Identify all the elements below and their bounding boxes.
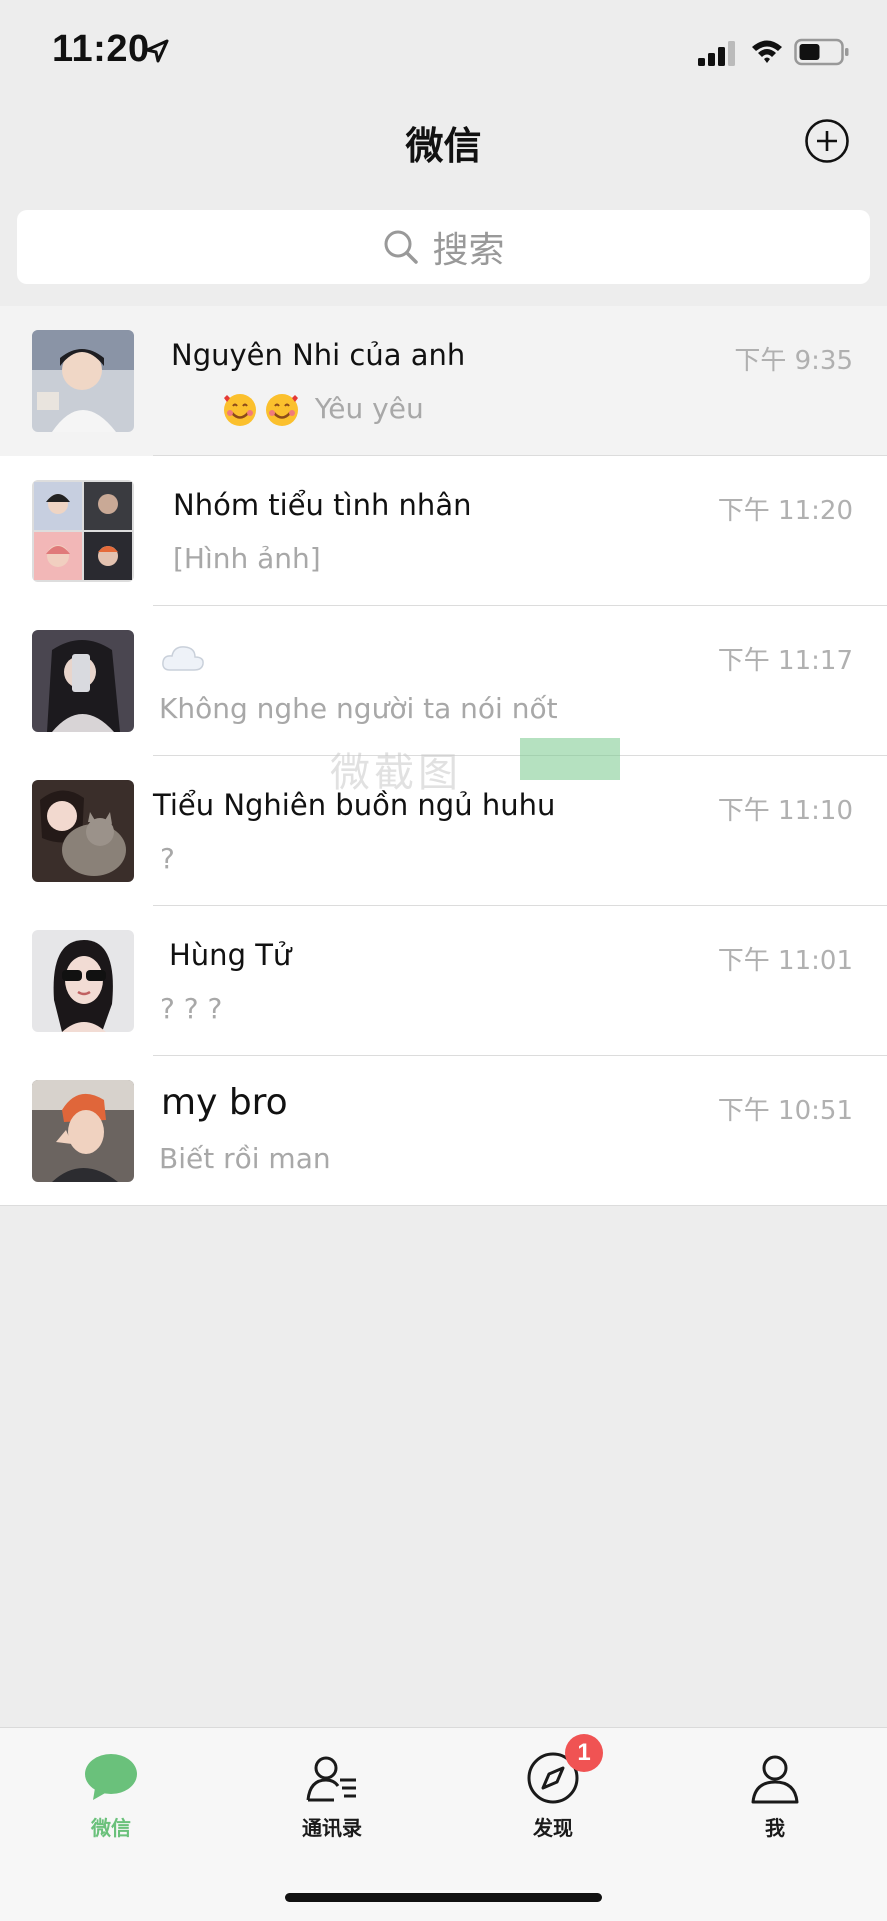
notification-badge: 1 — [565, 1734, 603, 1772]
chat-time: 下午 11:10 — [717, 796, 853, 826]
chat-time: 下午 11:01 — [717, 946, 853, 976]
person-icon — [751, 1755, 799, 1804]
home-indicator[interactable] — [285, 1893, 602, 1902]
watermark-logo — [520, 738, 620, 780]
chat-row[interactable]: Nguyên Nhi của anh 下午 9:35 Yêu yêu — [0, 306, 887, 456]
page-title: 微信 — [405, 124, 482, 168]
chat-preview: Biết rồi man — [159, 1142, 331, 1175]
chat-name: my bro — [161, 1082, 288, 1123]
contacts-icon — [306, 1756, 356, 1802]
chat-row[interactable]: Nhóm tiểu tình nhân 下午 11:20 [Hình ảnh] — [0, 456, 887, 606]
chat-name: Nhóm tiểu tình nhân — [173, 488, 472, 522]
chat-preview: Không nghe người ta nói nốt — [159, 692, 558, 725]
tab-label: 通讯录 — [302, 1816, 362, 1840]
chat-name: Hùng Tử — [169, 938, 292, 972]
chat-row[interactable]: 下午 11:17 Không nghe người ta nói nốt — [0, 606, 887, 756]
tab-label: 我 — [765, 1816, 785, 1840]
search-placeholder: 搜索 — [432, 230, 505, 271]
location-arrow-icon — [145, 39, 169, 63]
tab-chats[interactable]: 微信 — [31, 1750, 191, 1841]
chat-time: 下午 11:17 — [717, 646, 853, 676]
tab-label: 微信 — [91, 1816, 131, 1840]
chat-preview: ? — [160, 842, 175, 875]
chat-time: 下午 10:51 — [717, 1096, 853, 1126]
avatar — [32, 780, 134, 882]
avatar — [32, 1080, 134, 1182]
smiling-face-with-hearts-icon — [266, 394, 298, 426]
avatar — [32, 630, 134, 732]
wifi-icon — [752, 40, 782, 63]
chat-time: 下午 11:20 — [717, 496, 853, 526]
tab-discover[interactable]: 1 发现 — [473, 1734, 633, 1841]
chat-name: Nguyên Nhi của anh — [171, 338, 466, 372]
chat-bubble-icon — [85, 1754, 137, 1800]
smiling-face-with-hearts-icon — [224, 394, 256, 426]
status-bar: 11:20 — [0, 0, 887, 100]
chat-row[interactable]: Hùng Tử 下午 11:01 ? ? ? — [0, 906, 887, 1056]
chat-time: 下午 9:35 — [734, 346, 853, 376]
tab-bar: 微信 通讯录 1 发现 我 — [0, 1727, 887, 1921]
battery-icon — [794, 38, 849, 66]
chat-preview: ? ? ? — [160, 992, 223, 1025]
avatar — [32, 330, 134, 432]
avatar — [32, 930, 134, 1032]
tab-me[interactable]: 我 — [695, 1750, 855, 1841]
chat-row[interactable]: my bro 下午 10:51 Biết rồi man — [0, 1056, 887, 1206]
search-input[interactable]: 搜索 — [17, 210, 870, 284]
add-button[interactable] — [804, 118, 850, 164]
status-time: 11:20 — [52, 28, 150, 70]
tab-contacts[interactable]: 通讯录 — [252, 1750, 412, 1841]
tab-label: 发现 — [533, 1816, 573, 1840]
chat-preview-text: Yêu yêu — [314, 392, 424, 425]
search-icon — [384, 230, 419, 264]
chat-preview: [Hình ảnh] — [173, 542, 321, 575]
watermark: 微截图 — [330, 750, 462, 796]
cellular-signal-icon — [698, 41, 735, 66]
avatar — [32, 480, 134, 582]
cloud-icon — [162, 646, 204, 671]
divider — [0, 1204, 887, 1206]
chat-preview: Yêu yêu — [222, 392, 424, 428]
